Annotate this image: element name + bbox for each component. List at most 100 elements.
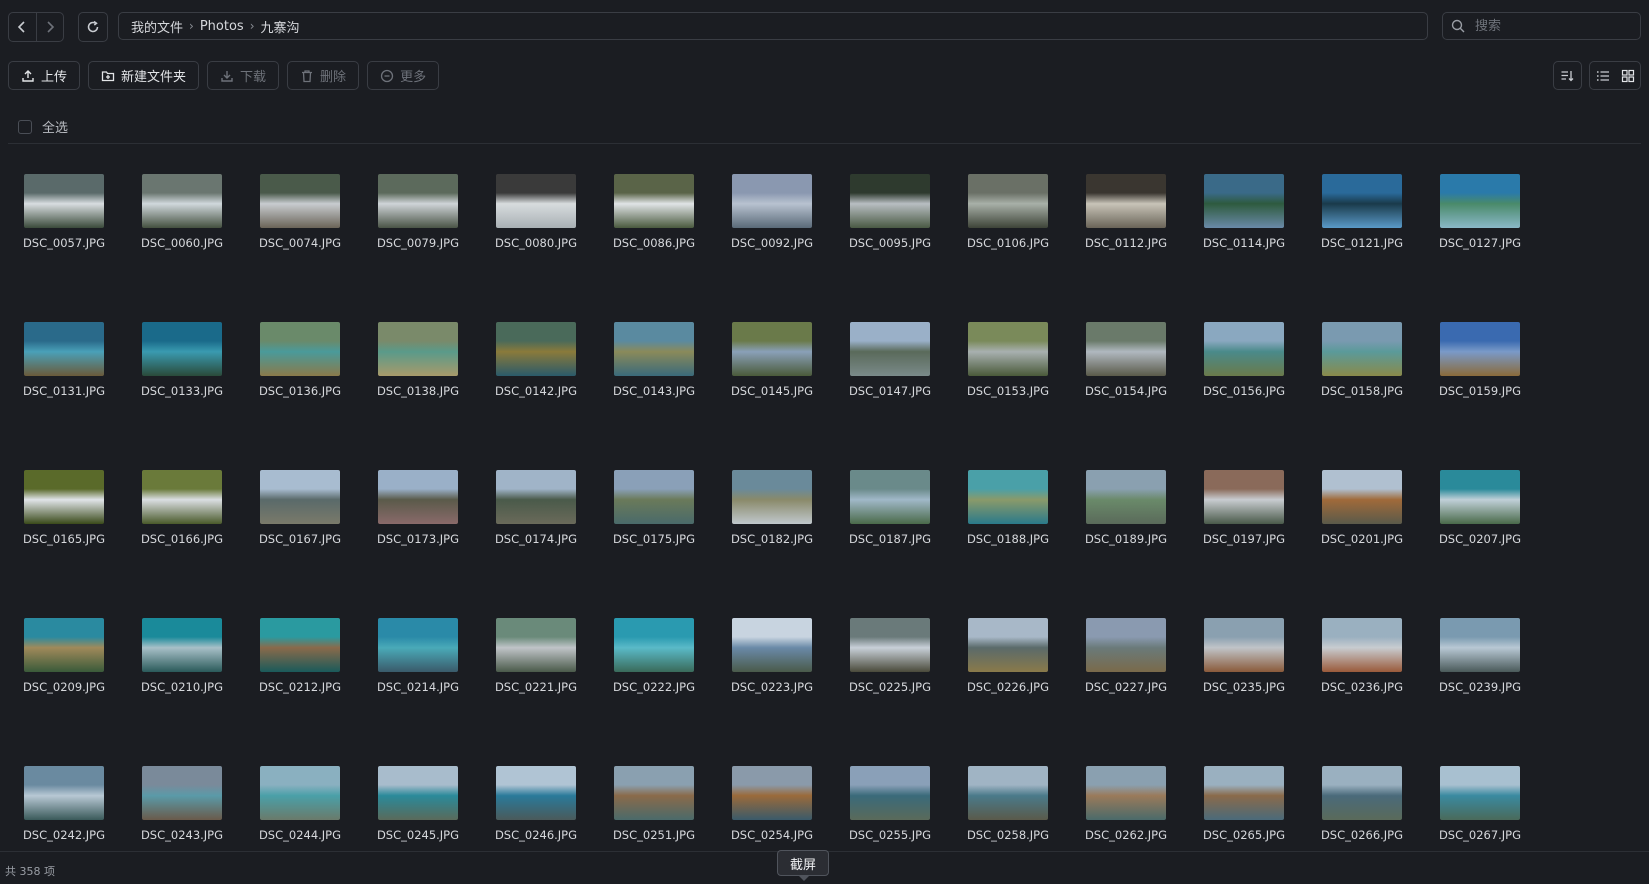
file-tile[interactable]: DSC_0133.JPG (126, 292, 236, 412)
photo-thumbnail[interactable] (1204, 174, 1284, 228)
photo-thumbnail[interactable] (1086, 470, 1166, 524)
photo-thumbnail[interactable] (378, 766, 458, 820)
photo-thumbnail[interactable] (614, 766, 694, 820)
breadcrumb-item-photos[interactable]: Photos (200, 19, 244, 34)
file-tile[interactable]: DSC_0080.JPG (480, 144, 590, 264)
file-tile[interactable]: DSC_0235.JPG (1188, 588, 1298, 708)
photo-thumbnail[interactable] (1440, 322, 1520, 376)
file-tile[interactable]: DSC_0092.JPG (716, 144, 826, 264)
file-tile[interactable]: DSC_0227.JPG (1070, 588, 1180, 708)
photo-thumbnail[interactable] (1440, 174, 1520, 228)
breadcrumb-item-my-files[interactable]: 我的文件 (131, 17, 183, 36)
file-tile[interactable]: DSC_0262.JPG (1070, 736, 1180, 851)
file-tile[interactable]: DSC_0209.JPG (8, 588, 118, 708)
file-tile[interactable]: DSC_0167.JPG (244, 440, 354, 560)
file-tile[interactable]: DSC_0121.JPG (1306, 144, 1416, 264)
photo-thumbnail[interactable] (850, 618, 930, 672)
upload-button[interactable]: 上传 (8, 61, 81, 90)
file-tile[interactable]: DSC_0242.JPG (8, 736, 118, 851)
photo-thumbnail[interactable] (850, 322, 930, 376)
photo-thumbnail[interactable] (1204, 470, 1284, 524)
photo-thumbnail[interactable] (968, 766, 1048, 820)
photo-thumbnail[interactable] (378, 322, 458, 376)
file-tile[interactable]: DSC_0127.JPG (1424, 144, 1534, 264)
file-tile[interactable]: DSC_0112.JPG (1070, 144, 1180, 264)
photo-thumbnail[interactable] (496, 766, 576, 820)
file-tile[interactable]: DSC_0210.JPG (126, 588, 236, 708)
photo-thumbnail[interactable] (24, 618, 104, 672)
photo-thumbnail[interactable] (732, 174, 812, 228)
file-tile[interactable]: DSC_0154.JPG (1070, 292, 1180, 412)
file-tile[interactable]: DSC_0136.JPG (244, 292, 354, 412)
photo-thumbnail[interactable] (378, 470, 458, 524)
forward-button[interactable] (35, 13, 64, 41)
file-tile[interactable]: DSC_0214.JPG (362, 588, 472, 708)
file-tile[interactable]: DSC_0239.JPG (1424, 588, 1534, 708)
file-tile[interactable]: DSC_0265.JPG (1188, 736, 1298, 851)
file-tile[interactable]: DSC_0131.JPG (8, 292, 118, 412)
file-tile[interactable]: DSC_0086.JPG (598, 144, 708, 264)
select-all-checkbox[interactable] (18, 119, 32, 134)
photo-thumbnail[interactable] (732, 470, 812, 524)
photo-thumbnail[interactable] (968, 470, 1048, 524)
photo-thumbnail[interactable] (968, 618, 1048, 672)
photo-thumbnail[interactable] (614, 174, 694, 228)
photo-thumbnail[interactable] (850, 470, 930, 524)
photo-thumbnail[interactable] (24, 174, 104, 228)
photo-thumbnail[interactable] (260, 766, 340, 820)
file-tile[interactable]: DSC_0057.JPG (8, 144, 118, 264)
file-tile[interactable]: DSC_0166.JPG (126, 440, 236, 560)
photo-thumbnail[interactable] (142, 766, 222, 820)
file-tile[interactable]: DSC_0243.JPG (126, 736, 236, 851)
file-tile[interactable]: DSC_0207.JPG (1424, 440, 1534, 560)
file-tile[interactable]: DSC_0246.JPG (480, 736, 590, 851)
file-tile[interactable]: DSC_0201.JPG (1306, 440, 1416, 560)
photo-thumbnail[interactable] (1322, 470, 1402, 524)
file-tile[interactable]: DSC_0143.JPG (598, 292, 708, 412)
file-tile[interactable]: DSC_0225.JPG (834, 588, 944, 708)
file-tile[interactable]: DSC_0182.JPG (716, 440, 826, 560)
file-tile[interactable]: DSC_0188.JPG (952, 440, 1062, 560)
photo-thumbnail[interactable] (732, 618, 812, 672)
photo-thumbnail[interactable] (1322, 618, 1402, 672)
grid-view-button[interactable] (1615, 62, 1640, 89)
refresh-button[interactable] (78, 12, 108, 42)
photo-thumbnail[interactable] (142, 470, 222, 524)
photo-thumbnail[interactable] (260, 174, 340, 228)
photo-thumbnail[interactable] (24, 322, 104, 376)
file-tile[interactable]: DSC_0251.JPG (598, 736, 708, 851)
file-tile[interactable]: DSC_0245.JPG (362, 736, 472, 851)
photo-thumbnail[interactable] (496, 174, 576, 228)
file-tile[interactable]: DSC_0173.JPG (362, 440, 472, 560)
file-tile[interactable]: DSC_0159.JPG (1424, 292, 1534, 412)
download-button[interactable]: 下载 (207, 61, 280, 90)
photo-thumbnail[interactable] (968, 322, 1048, 376)
photo-thumbnail[interactable] (1086, 618, 1166, 672)
file-tile[interactable]: DSC_0226.JPG (952, 588, 1062, 708)
photo-thumbnail[interactable] (496, 322, 576, 376)
search-input[interactable] (1473, 17, 1637, 35)
photo-thumbnail[interactable] (1322, 322, 1402, 376)
file-tile[interactable]: DSC_0197.JPG (1188, 440, 1298, 560)
photo-thumbnail[interactable] (732, 766, 812, 820)
file-tile[interactable]: DSC_0138.JPG (362, 292, 472, 412)
photo-thumbnail[interactable] (850, 174, 930, 228)
photo-thumbnail[interactable] (260, 322, 340, 376)
file-tile[interactable]: DSC_0244.JPG (244, 736, 354, 851)
file-tile[interactable]: DSC_0187.JPG (834, 440, 944, 560)
file-tile[interactable]: DSC_0212.JPG (244, 588, 354, 708)
file-tile[interactable]: DSC_0267.JPG (1424, 736, 1534, 851)
photo-thumbnail[interactable] (496, 618, 576, 672)
photo-thumbnail[interactable] (1322, 766, 1402, 820)
new-folder-button[interactable]: 新建文件夹 (88, 61, 200, 90)
photo-thumbnail[interactable] (1204, 618, 1284, 672)
file-tile[interactable]: DSC_0266.JPG (1306, 736, 1416, 851)
file-tile[interactable]: DSC_0060.JPG (126, 144, 236, 264)
file-tile[interactable]: DSC_0254.JPG (716, 736, 826, 851)
photo-thumbnail[interactable] (614, 470, 694, 524)
file-tile[interactable]: DSC_0189.JPG (1070, 440, 1180, 560)
back-button[interactable] (9, 13, 36, 41)
file-tile[interactable]: DSC_0114.JPG (1188, 144, 1298, 264)
file-tile[interactable]: DSC_0142.JPG (480, 292, 590, 412)
photo-thumbnail[interactable] (614, 618, 694, 672)
